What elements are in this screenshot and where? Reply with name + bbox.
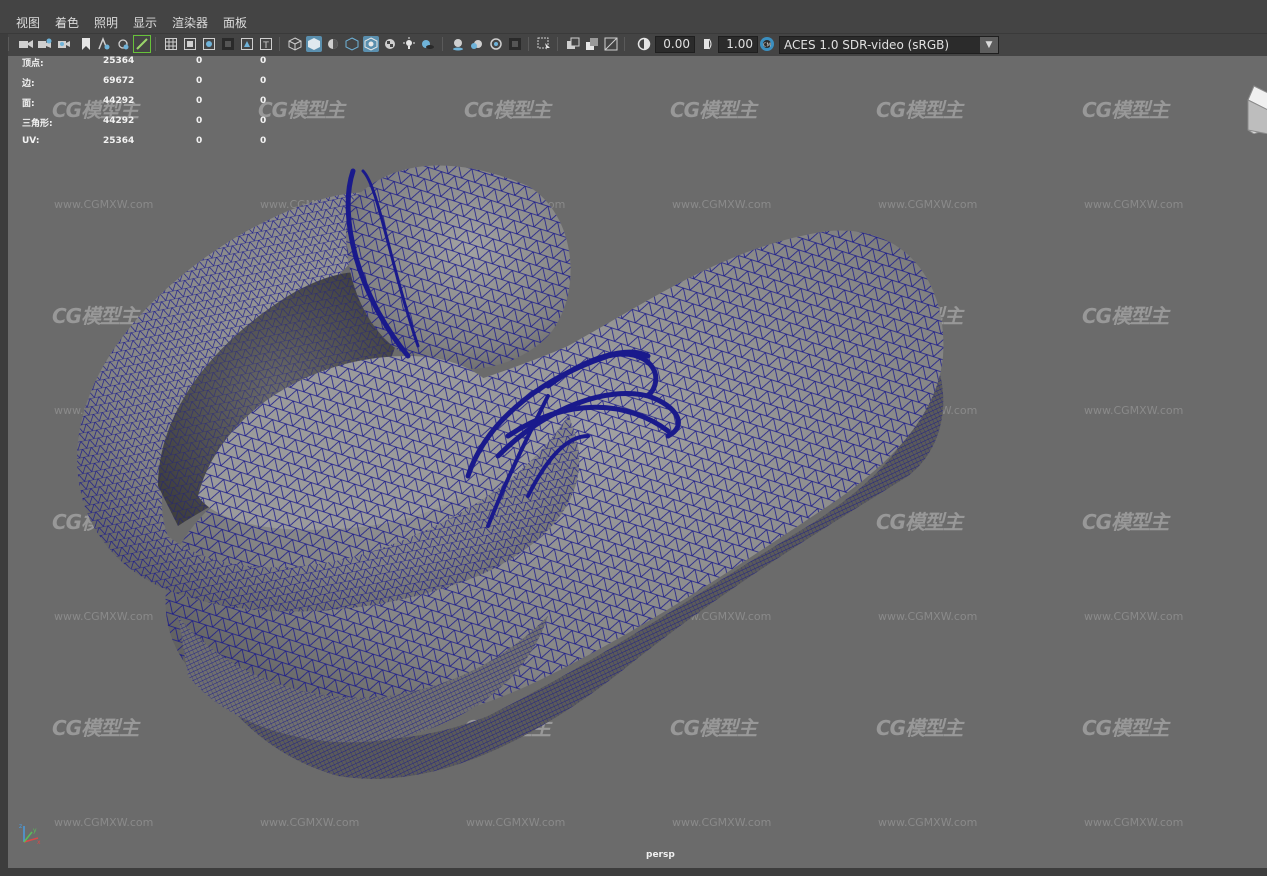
backface-icon[interactable] [584,36,600,52]
camera-lock-icon[interactable] [56,36,72,52]
checker-icon[interactable] [382,36,398,52]
hud-row: 三角形: 44292 0 0 [22,116,282,130]
hud-selected: 0 [196,76,203,86]
boot-wireframe-mesh[interactable] [8,56,1267,868]
hud-total: 25364 [103,56,135,66]
hud-other: 0 [260,116,267,126]
color-space-dropdown[interactable]: ACES 1.0 SDR-video (sRGB) ▼ [779,36,999,54]
hud-label: 边: [22,79,35,89]
motion-blur-icon[interactable] [469,36,485,52]
menu-renderer[interactable]: 渲染器 [172,15,208,31]
bounding-box-icon[interactable] [344,36,360,52]
axis-gizmo-icon: z y x [19,823,41,846]
xray-joints-icon[interactable] [565,36,581,52]
lights-icon[interactable] [401,36,417,52]
hud-selected: 0 [196,136,203,146]
field-chart-icon[interactable] [220,36,236,52]
chevron-down-icon[interactable]: ▼ [980,37,998,53]
svg-text:z: z [19,823,22,830]
toolbar-separator [155,37,156,51]
toolbar-separator [8,37,9,51]
tumble-tool-icon[interactable] [115,36,131,52]
pencil-icon[interactable] [133,35,151,53]
menu-show[interactable]: 显示 [133,15,157,31]
hud-selected: 0 [196,116,203,126]
hud-label: 三角形: [22,119,53,129]
maya-viewport-window: 视图 着色 照明 显示 渲染器 面板 T 0.00 1.00 CM ACES 1… [0,0,1267,876]
panel-left-border [0,34,8,876]
camera-name-label: persp [646,850,675,860]
svg-text:y: y [33,827,37,834]
menu-shading[interactable]: 着色 [55,15,79,31]
svg-text:x: x [37,839,41,846]
isolate-icon[interactable] [507,36,523,52]
shadows-icon[interactable] [420,36,436,52]
hud-label: 顶点: [22,59,44,69]
toolbar-separator [624,37,625,51]
toolbar-separator [279,37,280,51]
toolbar-separator [442,37,443,51]
hud-label: UV: [22,136,40,146]
resolution-gate-icon[interactable] [201,36,217,52]
3d-viewport[interactable]: CG模型主 CG模型主 CG模型主 CG模型主 CG模型主 CG模型主 CG模型主 CG模型主… [8,56,1267,868]
hud-other: 0 [260,136,267,146]
ao-icon[interactable] [450,36,466,52]
exposure-icon[interactable] [636,36,652,52]
smooth-shade-icon[interactable] [306,36,322,52]
select-camera-icon[interactable] [96,36,112,52]
hud-total: 44292 [103,116,135,126]
color-mgmt-icon[interactable]: CM [759,36,775,52]
wireframe-icon[interactable] [287,36,303,52]
svg-text:T: T [262,41,269,50]
hud-row: 面: 44292 0 0 [22,96,282,110]
flat-shade-icon[interactable] [325,36,341,52]
hud-other: 0 [260,96,267,106]
hud-row: UV: 25364 0 0 [22,136,282,150]
exposure-field[interactable]: 0.00 [655,36,695,53]
safe-action-icon[interactable] [239,36,255,52]
hud-other: 0 [260,56,267,66]
view-cube-icon[interactable] [1234,84,1267,134]
panel-bottom-border [0,868,1267,876]
grid-icon[interactable] [163,36,179,52]
menu-view[interactable]: 视图 [16,15,40,31]
hud-total: 44292 [103,96,135,106]
hud-row: 顶点: 25364 0 0 [22,56,282,70]
toolbar-separator [528,37,529,51]
safe-title-icon[interactable]: T [258,36,274,52]
svg-text:CM: CM [763,43,771,49]
xray-icon[interactable] [536,36,552,52]
hud-other: 0 [260,76,267,86]
hud-selected: 0 [196,56,203,66]
toolbar-separator [557,37,558,51]
gamma-field[interactable]: 1.00 [718,36,758,53]
menu-panels[interactable]: 面板 [223,15,247,31]
hud-total: 25364 [103,136,135,146]
panel-menu-bar: 视图 着色 照明 显示 渲染器 面板 [0,0,1267,34]
gamma-icon[interactable] [700,36,716,52]
hud-selected: 0 [196,96,203,106]
camera-icon[interactable] [18,36,34,52]
panel-toolbar: T 0.00 1.00 CM ACES 1.0 SDR-video (sRGB)… [8,34,1267,56]
hud-total: 69672 [103,76,135,86]
textured-icon[interactable] [363,36,379,52]
hud-row: 边: 69672 0 0 [22,76,282,90]
bookmark-icon[interactable] [78,36,94,52]
camera-attr-icon[interactable] [37,36,53,52]
wireframe-on-shaded-icon[interactable] [603,36,619,52]
aa-icon[interactable] [488,36,504,52]
menu-lighting[interactable]: 照明 [94,15,118,31]
color-space-value: ACES 1.0 SDR-video (sRGB) [784,38,950,52]
film-gate-icon[interactable] [182,36,198,52]
hud-label: 面: [22,99,35,109]
